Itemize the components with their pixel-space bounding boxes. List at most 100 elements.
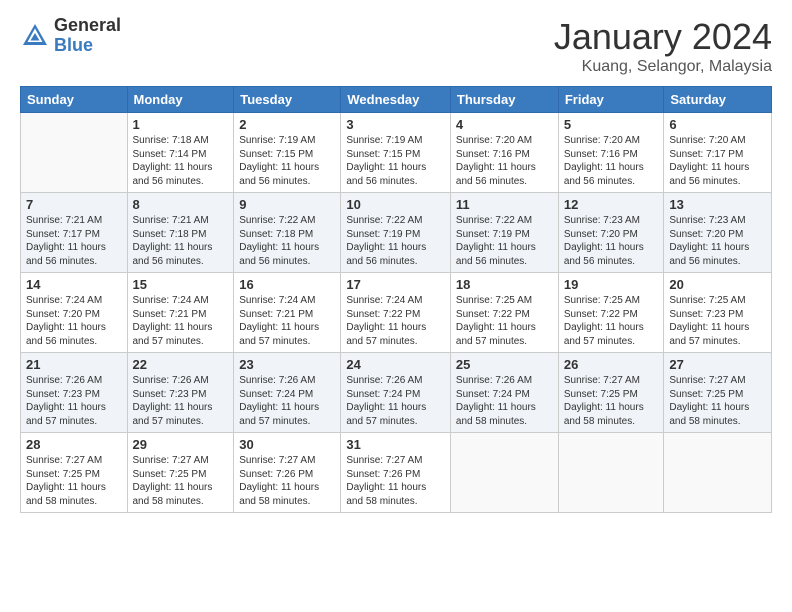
day-cell: 28 Sunrise: 7:27 AMSunset: 7:25 PMDayligh… xyxy=(21,433,128,513)
day-number: 14 xyxy=(26,277,122,292)
title-section: January 2024 Kuang, Selangor, Malaysia xyxy=(554,16,772,76)
day-info: Sunrise: 7:24 AMSunset: 7:21 PMDaylight:… xyxy=(133,294,229,348)
day-info: Sunrise: 7:19 AMSunset: 7:15 PMDaylight:… xyxy=(239,134,335,188)
day-number: 2 xyxy=(239,117,335,132)
day-info: Sunrise: 7:26 AMSunset: 7:24 PMDaylight:… xyxy=(456,374,553,428)
day-number: 5 xyxy=(564,117,659,132)
day-info: Sunrise: 7:24 AMSunset: 7:22 PMDaylight:… xyxy=(346,294,445,348)
day-number: 18 xyxy=(456,277,553,292)
calendar-page: General Blue January 2024 Kuang, Selango… xyxy=(0,0,792,612)
day-info: Sunrise: 7:27 AMSunset: 7:26 PMDaylight:… xyxy=(239,454,335,508)
day-number: 11 xyxy=(456,197,553,212)
day-info: Sunrise: 7:27 AMSunset: 7:25 PMDaylight:… xyxy=(26,454,122,508)
day-info: Sunrise: 7:18 AMSunset: 7:14 PMDaylight:… xyxy=(133,134,229,188)
month-title: January 2024 xyxy=(554,16,772,58)
day-number: 26 xyxy=(564,357,659,372)
day-number: 31 xyxy=(346,437,445,452)
day-cell: 26 Sunrise: 7:27 AMSunset: 7:25 PMDayligh… xyxy=(558,353,664,433)
day-info: Sunrise: 7:26 AMSunset: 7:24 PMDaylight:… xyxy=(346,374,445,428)
day-cell xyxy=(664,433,772,513)
logo-text: General Blue xyxy=(54,16,121,56)
day-number: 13 xyxy=(669,197,766,212)
day-number: 23 xyxy=(239,357,335,372)
day-info: Sunrise: 7:26 AMSunset: 7:23 PMDaylight:… xyxy=(26,374,122,428)
day-cell: 10 Sunrise: 7:22 AMSunset: 7:19 PMDayligh… xyxy=(341,193,451,273)
day-cell: 13 Sunrise: 7:23 AMSunset: 7:20 PMDayligh… xyxy=(664,193,772,273)
day-info: Sunrise: 7:23 AMSunset: 7:20 PMDaylight:… xyxy=(564,214,659,268)
day-cell: 4Sunrise: 7:20 AMSunset: 7:16 PMDaylight… xyxy=(450,113,558,193)
day-cell: 21Sunrise: 7:26 AMSunset: 7:23 PMDayligh… xyxy=(21,353,128,433)
col-monday: Monday xyxy=(127,87,234,113)
logo-general-text: General xyxy=(54,16,121,36)
day-number: 28 xyxy=(26,437,122,452)
day-cell: 22 Sunrise: 7:26 AMSunset: 7:23 PMDayligh… xyxy=(127,353,234,433)
week-row-4: 21Sunrise: 7:26 AMSunset: 7:23 PMDayligh… xyxy=(21,353,772,433)
calendar-body: 1 Sunrise: 7:18 AMSunset: 7:14 PMDaylight… xyxy=(21,113,772,513)
day-number: 30 xyxy=(239,437,335,452)
day-info: Sunrise: 7:27 AMSunset: 7:25 PMDaylight:… xyxy=(669,374,766,428)
day-info: Sunrise: 7:25 AMSunset: 7:22 PMDaylight:… xyxy=(456,294,553,348)
col-sunday: Sunday xyxy=(21,87,128,113)
day-cell xyxy=(21,113,128,193)
day-info: Sunrise: 7:22 AMSunset: 7:19 PMDaylight:… xyxy=(346,214,445,268)
day-info: Sunrise: 7:23 AMSunset: 7:20 PMDaylight:… xyxy=(669,214,766,268)
day-number: 3 xyxy=(346,117,445,132)
day-cell: 18 Sunrise: 7:25 AMSunset: 7:22 PMDayligh… xyxy=(450,273,558,353)
day-cell: 25 Sunrise: 7:26 AMSunset: 7:24 PMDayligh… xyxy=(450,353,558,433)
week-row-3: 14Sunrise: 7:24 AMSunset: 7:20 PMDayligh… xyxy=(21,273,772,353)
day-cell: 27 Sunrise: 7:27 AMSunset: 7:25 PMDayligh… xyxy=(664,353,772,433)
col-thursday: Thursday xyxy=(450,87,558,113)
day-cell: 30 Sunrise: 7:27 AMSunset: 7:26 PMDayligh… xyxy=(234,433,341,513)
day-info: Sunrise: 7:19 AMSunset: 7:15 PMDaylight:… xyxy=(346,134,445,188)
day-cell: 3 Sunrise: 7:19 AMSunset: 7:15 PMDaylight… xyxy=(341,113,451,193)
day-number: 7 xyxy=(26,197,122,212)
day-number: 1 xyxy=(133,117,229,132)
day-info: Sunrise: 7:27 AMSunset: 7:26 PMDaylight:… xyxy=(346,454,445,508)
day-number: 24 xyxy=(346,357,445,372)
day-number: 6 xyxy=(669,117,766,132)
col-wednesday: Wednesday xyxy=(341,87,451,113)
day-cell: 31 Sunrise: 7:27 AMSunset: 7:26 PMDayligh… xyxy=(341,433,451,513)
logo-icon xyxy=(20,21,50,51)
day-info: Sunrise: 7:21 AMSunset: 7:18 PMDaylight:… xyxy=(133,214,229,268)
day-number: 29 xyxy=(133,437,229,452)
location: Kuang, Selangor, Malaysia xyxy=(554,58,772,76)
header: General Blue January 2024 Kuang, Selango… xyxy=(20,16,772,76)
day-cell: 16Sunrise: 7:24 AMSunset: 7:21 PMDayligh… xyxy=(234,273,341,353)
col-saturday: Saturday xyxy=(664,87,772,113)
day-info: Sunrise: 7:22 AMSunset: 7:18 PMDaylight:… xyxy=(239,214,335,268)
day-cell: 7 Sunrise: 7:21 AMSunset: 7:17 PMDaylight… xyxy=(21,193,128,273)
day-number: 25 xyxy=(456,357,553,372)
logo-blue-text: Blue xyxy=(54,36,121,56)
day-info: Sunrise: 7:25 AMSunset: 7:23 PMDaylight:… xyxy=(669,294,766,348)
day-info: Sunrise: 7:20 AMSunset: 7:16 PMDaylight:… xyxy=(456,134,553,188)
day-number: 16 xyxy=(239,277,335,292)
day-info: Sunrise: 7:20 AMSunset: 7:17 PMDaylight:… xyxy=(669,134,766,188)
day-number: 9 xyxy=(239,197,335,212)
header-row: Sunday Monday Tuesday Wednesday Thursday… xyxy=(21,87,772,113)
day-cell: 15 Sunrise: 7:24 AMSunset: 7:21 PMDayligh… xyxy=(127,273,234,353)
day-cell: 24 Sunrise: 7:26 AMSunset: 7:24 PMDayligh… xyxy=(341,353,451,433)
day-cell: 6 Sunrise: 7:20 AMSunset: 7:17 PMDaylight… xyxy=(664,113,772,193)
day-number: 15 xyxy=(133,277,229,292)
day-number: 27 xyxy=(669,357,766,372)
day-cell: 23 Sunrise: 7:26 AMSunset: 7:24 PMDayligh… xyxy=(234,353,341,433)
week-row-2: 7 Sunrise: 7:21 AMSunset: 7:17 PMDaylight… xyxy=(21,193,772,273)
calendar-header: Sunday Monday Tuesday Wednesday Thursday… xyxy=(21,87,772,113)
day-number: 10 xyxy=(346,197,445,212)
day-info: Sunrise: 7:25 AMSunset: 7:22 PMDaylight:… xyxy=(564,294,659,348)
day-cell: 17 Sunrise: 7:24 AMSunset: 7:22 PMDayligh… xyxy=(341,273,451,353)
day-info: Sunrise: 7:26 AMSunset: 7:23 PMDaylight:… xyxy=(133,374,229,428)
day-number: 22 xyxy=(133,357,229,372)
day-number: 8 xyxy=(133,197,229,212)
day-info: Sunrise: 7:27 AMSunset: 7:25 PMDaylight:… xyxy=(564,374,659,428)
day-cell: 20Sunrise: 7:25 AMSunset: 7:23 PMDayligh… xyxy=(664,273,772,353)
day-cell: 2 Sunrise: 7:19 AMSunset: 7:15 PMDaylight… xyxy=(234,113,341,193)
day-info: Sunrise: 7:22 AMSunset: 7:19 PMDaylight:… xyxy=(456,214,553,268)
day-info: Sunrise: 7:21 AMSunset: 7:17 PMDaylight:… xyxy=(26,214,122,268)
day-cell xyxy=(558,433,664,513)
day-number: 17 xyxy=(346,277,445,292)
day-cell: 11 Sunrise: 7:22 AMSunset: 7:19 PMDayligh… xyxy=(450,193,558,273)
day-info: Sunrise: 7:26 AMSunset: 7:24 PMDaylight:… xyxy=(239,374,335,428)
day-cell: 14Sunrise: 7:24 AMSunset: 7:20 PMDayligh… xyxy=(21,273,128,353)
